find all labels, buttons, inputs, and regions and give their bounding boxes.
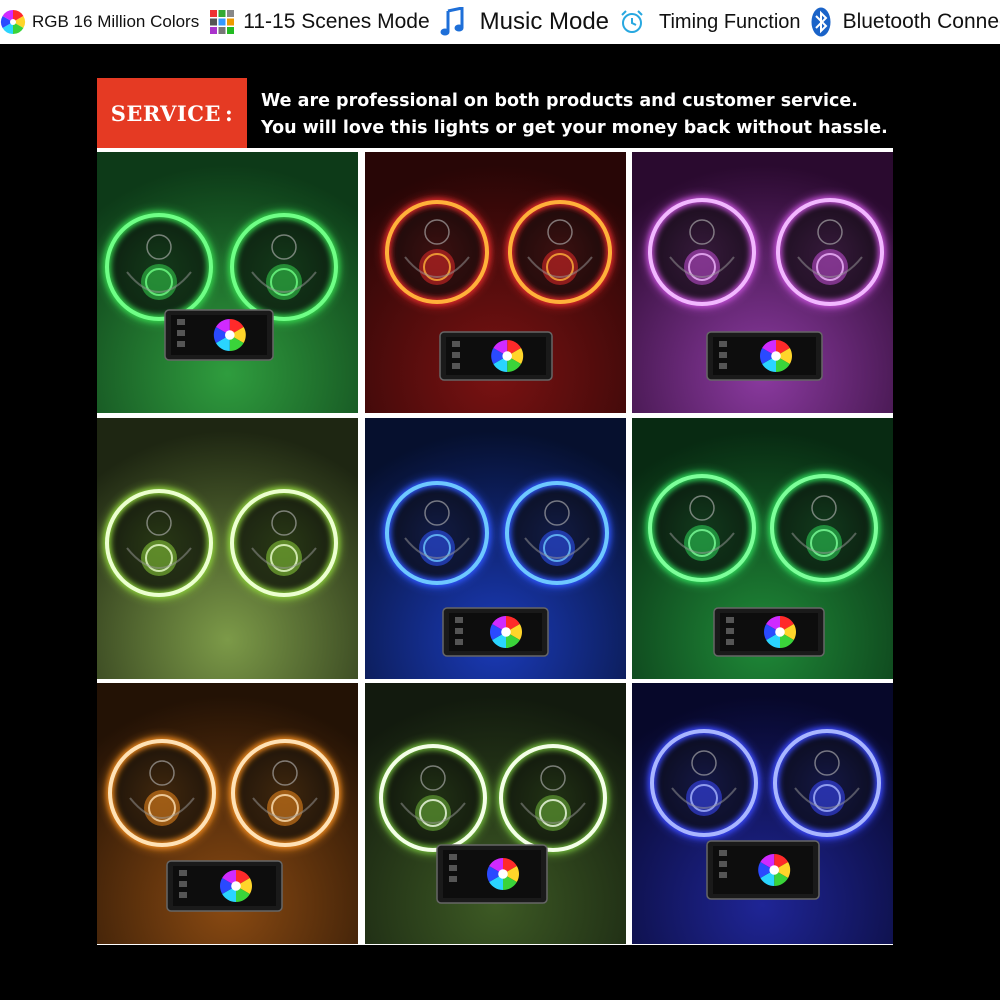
smartphone-remote — [441, 606, 549, 657]
headlight — [636, 186, 768, 318]
headlight-scene — [632, 417, 893, 679]
headlight-photo — [97, 683, 358, 944]
headlight-photo — [364, 683, 626, 944]
headlight-scene — [364, 417, 626, 679]
headlight — [219, 727, 351, 859]
service-badge-colon: : — [224, 100, 234, 126]
feature-bar: RGB 16 Million Colors 11-15 Scenes Mode … — [0, 0, 1000, 44]
feature-label: Music Mode — [479, 8, 610, 35]
color-wheel-icon — [758, 854, 791, 886]
headlight-scene — [364, 683, 626, 944]
feature-label: Timing Function — [659, 10, 801, 33]
bluetooth-icon — [811, 7, 831, 37]
headlight — [366, 732, 499, 864]
alarm-clock-icon — [619, 9, 645, 35]
service-badge-text: SERVICE — [110, 100, 221, 126]
headlight — [638, 717, 770, 849]
smartphone-remote — [435, 844, 548, 904]
headlight — [764, 186, 893, 318]
color-wheel-icon — [486, 858, 519, 890]
headlight-photo — [632, 417, 893, 679]
headlight — [372, 468, 501, 597]
smartphone-remote — [706, 331, 823, 381]
feature-music: Music Mode — [440, 7, 609, 37]
smartphone-remote — [164, 309, 274, 361]
headlight-photo — [364, 417, 626, 679]
feature-label: 11-15 Scenes Mode — [243, 10, 430, 33]
feature-timing: Timing Function — [619, 9, 801, 35]
color-wheel-icon — [760, 340, 792, 372]
smartphone-remote — [438, 331, 553, 381]
feature-scenes: 11-15 Scenes Mode — [209, 9, 430, 35]
headlight-photo — [97, 417, 358, 679]
headlight-scene — [632, 152, 893, 413]
headlight-photo — [632, 683, 893, 944]
feature-rgb: RGB 16 Million Colors — [0, 9, 199, 35]
service-text: We are professional on both products and… — [247, 78, 888, 148]
headlight-scene — [632, 683, 893, 944]
headlight-photo-grid — [97, 148, 893, 945]
color-wheel-icon — [490, 340, 523, 372]
color-wheel-icon — [220, 870, 252, 902]
headlight — [486, 732, 619, 864]
feature-bluetooth: Bluetooth Connection — [811, 7, 1000, 37]
service-line-2: You will love this lights or get your mo… — [261, 118, 888, 138]
music-note-icon — [440, 7, 466, 37]
headlight — [372, 188, 501, 316]
headlight-scene — [364, 152, 626, 413]
service-badge: SERVICE: — [97, 78, 247, 148]
headlight — [97, 727, 228, 859]
headlight-scene — [97, 683, 358, 944]
scenes-grid-icon — [209, 9, 235, 35]
headlight — [97, 476, 225, 609]
service-banner: SERVICE: We are professional on both pro… — [97, 78, 893, 148]
smartphone-remote — [706, 840, 820, 900]
feature-label: Bluetooth Connection — [842, 10, 1000, 33]
headlight — [495, 188, 624, 316]
smartphone-remote — [166, 860, 283, 912]
headlight-scene — [97, 417, 358, 679]
smartphone-remote — [713, 606, 825, 657]
headlight — [636, 461, 768, 594]
feature-label: RGB 16 Million Colors — [32, 12, 200, 31]
color-wheel-icon — [213, 319, 246, 351]
headlight-photo — [364, 152, 626, 413]
headlight — [761, 717, 893, 849]
headlight-photo — [97, 152, 358, 413]
headlight-photo — [632, 152, 893, 413]
color-wheel-icon — [764, 615, 796, 648]
headlight — [758, 461, 890, 594]
headlight-scene — [97, 152, 358, 413]
color-wheel-icon — [489, 615, 522, 648]
service-line-1: We are professional on both products and… — [261, 91, 858, 111]
color-wheel-icon — [0, 9, 26, 35]
headlight — [218, 476, 350, 609]
headlight — [492, 468, 621, 597]
